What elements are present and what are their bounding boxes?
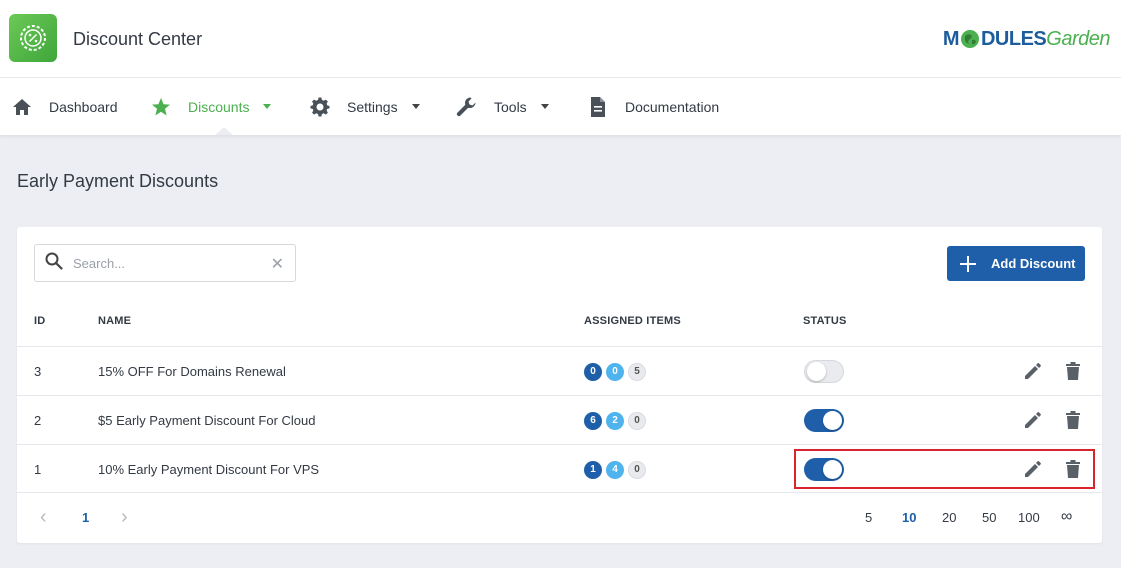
close-icon[interactable]: ✕ <box>271 254 284 274</box>
assigned-badge: 4 <box>606 460 624 479</box>
app-header: Discount Center M DULES Garden <box>0 0 1121 78</box>
per-page-option[interactable]: 100 <box>1018 510 1040 525</box>
per-page-option[interactable]: 20 <box>942 510 956 525</box>
status-cell <box>804 396 844 445</box>
status-toggle[interactable] <box>804 360 844 383</box>
row-id: 2 <box>34 413 42 428</box>
highlight-annotation <box>794 449 1095 489</box>
assigned-badge: 1 <box>584 460 602 479</box>
row-id: 1 <box>34 462 42 477</box>
search-input[interactable] <box>73 255 263 271</box>
assigned-items: 0 0 5 <box>584 347 650 396</box>
toggle-knob <box>823 411 842 430</box>
assigned-items: 1 4 0 <box>584 445 650 494</box>
nav-settings[interactable]: Settings <box>309 78 420 135</box>
per-page-option[interactable]: 10 <box>902 510 916 525</box>
pagination-page-button[interactable]: 1 <box>82 510 89 525</box>
nav-tools[interactable]: Tools <box>456 78 549 135</box>
assigned-badge: 0 <box>628 460 646 479</box>
row-name: 15% OFF For Domains Renewal <box>98 364 286 379</box>
wrench-icon <box>456 96 478 118</box>
column-header-name[interactable]: NAME <box>98 315 131 327</box>
page-title: Early Payment Discounts <box>17 171 219 191</box>
assigned-badge: 0 <box>606 362 624 381</box>
column-header-id[interactable]: ID <box>34 315 45 327</box>
document-icon <box>587 96 609 118</box>
chevron-down-icon <box>263 104 272 109</box>
per-page-option[interactable]: 5 <box>865 510 872 525</box>
pagination-next-button[interactable]: › <box>121 506 128 529</box>
per-page-option[interactable]: ∞ <box>1061 508 1072 526</box>
chevron-down-icon <box>411 104 420 109</box>
search-box: ✕ <box>34 244 296 282</box>
home-icon <box>11 96 33 118</box>
gear-icon <box>309 96 331 118</box>
toggle-knob <box>807 362 826 381</box>
discount-center-logo-icon <box>9 14 57 62</box>
assigned-badge: 0 <box>584 362 602 381</box>
main-navigation: Dashboard Discounts Settings Tools Docum… <box>0 78 1121 135</box>
per-page-option[interactable]: 50 <box>982 510 996 525</box>
status-toggle[interactable] <box>804 409 844 432</box>
plus-icon <box>960 255 976 272</box>
chevron-down-icon <box>540 104 549 109</box>
row-id: 3 <box>34 364 42 379</box>
active-nav-pointer <box>215 127 233 135</box>
table-row: 3 15% OFF For Domains Renewal 0 0 5 <box>17 346 1102 395</box>
edit-icon[interactable] <box>1023 410 1043 430</box>
assigned-badge: 0 <box>628 411 646 430</box>
column-header-status[interactable]: STATUS <box>803 315 847 327</box>
table-row: 2 $5 Early Payment Discount For Cloud 6 … <box>17 395 1102 444</box>
add-discount-button[interactable]: Add Discount <box>947 246 1085 281</box>
row-name: 10% Early Payment Discount For VPS <box>98 462 320 477</box>
assigned-items: 6 2 0 <box>584 396 650 445</box>
nav-dashboard[interactable]: Dashboard <box>11 78 118 135</box>
edit-icon[interactable] <box>1023 361 1043 381</box>
search-icon <box>45 252 63 275</box>
pagination-prev-button[interactable]: ‹ <box>40 506 47 529</box>
app-title: Discount Center <box>73 29 203 49</box>
column-header-assigned-items[interactable]: ASSIGNED ITEMS <box>584 315 681 327</box>
discounts-card: ✕ Add Discount ID NAME ASSIGNED ITEMS ST… <box>17 227 1102 543</box>
assigned-badge: 2 <box>606 411 624 430</box>
globe-icon <box>960 30 979 48</box>
row-name: $5 Early Payment Discount For Cloud <box>98 413 316 428</box>
trash-icon[interactable] <box>1063 410 1083 430</box>
status-cell <box>804 347 844 396</box>
nav-discounts[interactable]: Discounts <box>150 78 272 135</box>
assigned-badge: 6 <box>584 411 602 430</box>
trash-icon[interactable] <box>1063 361 1083 381</box>
modulesgarden-logo: M DULES Garden <box>942 27 1111 50</box>
nav-documentation[interactable]: Documentation <box>587 78 719 135</box>
assigned-badge: 5 <box>628 362 646 381</box>
star-icon <box>150 96 172 118</box>
